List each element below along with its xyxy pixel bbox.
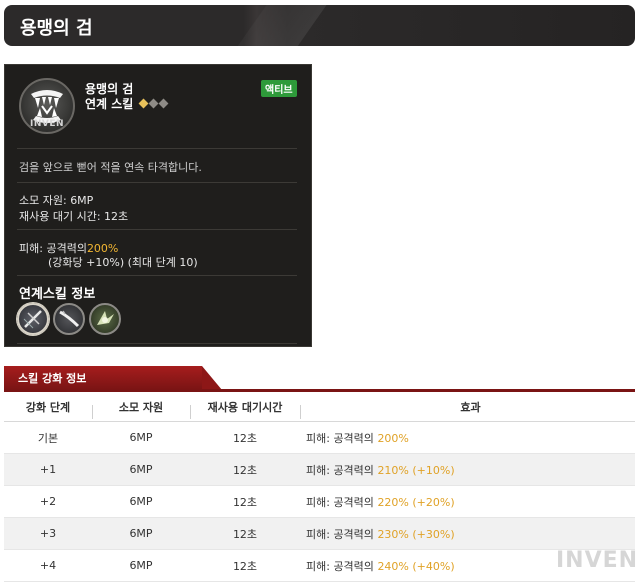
rank-diamond-empty-icon (148, 98, 159, 109)
linked-skill-1-icon[interactable] (17, 303, 49, 335)
damage-label: 피해: (19, 242, 43, 255)
row-cost: 6MP (129, 431, 153, 444)
cooldown-label: 재사용 대기 시간: (19, 210, 101, 223)
active-badge: 액티브 (261, 80, 297, 97)
row-cost: 6MP (129, 495, 153, 508)
effect-bonus: (+10%) (412, 463, 455, 477)
row-cooldown: 12초 (232, 559, 258, 573)
section-tab: 스킬 강화 정보 (4, 366, 222, 390)
row-level: +2 (39, 495, 57, 508)
row-cooldown: 12초 (232, 431, 258, 445)
row-effect: 피해: 공격력의 220% (+20%) (300, 494, 635, 510)
enhance-table: 강화 단계 소모 자원 재사용 대기시간 효과 기본 6MP 12초 피해: 공… (4, 392, 635, 582)
row-level: +4 (39, 559, 57, 572)
row-level: +1 (39, 463, 57, 476)
effect-value: 220% (377, 495, 409, 509)
cooldown-line: 재사용 대기 시간: 12초 (19, 208, 128, 224)
divider (17, 229, 297, 230)
effect-bonus: (+30%) (412, 527, 455, 541)
cost-label: 소모 자원: (19, 194, 67, 207)
effect-prefix: 피해: 공격력의 (306, 463, 374, 477)
table-row: 기본 6MP 12초 피해: 공격력의 200% (4, 422, 635, 454)
divider (17, 148, 297, 149)
table-header-row: 강화 단계 소모 자원 재사용 대기시간 효과 (4, 392, 635, 422)
table-row: +3 6MP 12초 피해: 공격력의 230% (+30%) (4, 518, 635, 550)
row-level: 기본 (37, 431, 59, 445)
header-cooldown: 재사용 대기시간 (190, 399, 300, 419)
row-cost: 6MP (129, 527, 153, 540)
header-cost: 소모 자원 (92, 399, 190, 419)
damage-note: (강화당 +10%) (최대 단계 10) (48, 256, 198, 269)
effect-value: 210% (377, 463, 409, 477)
page-title: 용맹의 검 (20, 18, 93, 39)
row-cooldown: 12초 (232, 527, 258, 541)
header-effect: 효과 (300, 399, 635, 419)
divider (17, 275, 297, 276)
rank-diamond-empty-icon (158, 98, 169, 109)
page-title-bar: 용맹의 검 (4, 5, 635, 46)
effect-prefix: 피해: 공격력의 (306, 527, 374, 541)
skill-tooltip: INVEN 용맹의 검 연계 스킬 액티브 검을 앞으로 뻗어 적을 연속 타격… (4, 64, 312, 347)
skill-type-label: 연계 스킬 (85, 97, 134, 111)
title-bar-decoration (224, 5, 334, 46)
row-cooldown: 12초 (232, 495, 258, 509)
effect-value: 240% (377, 559, 409, 573)
table-row: +1 6MP 12초 피해: 공격력의 210% (+10%) (4, 454, 635, 486)
burst-icon (97, 311, 114, 325)
cost-value: 6MP (70, 194, 94, 207)
cooldown-value: 12초 (104, 210, 129, 223)
row-cooldown: 12초 (232, 463, 258, 477)
sword-slash-icon (23, 310, 42, 329)
table-row: +4 6MP 12초 피해: 공격력의 240% (+40%) (4, 550, 635, 582)
rank-diamond-filled-icon (138, 98, 149, 109)
row-effect: 피해: 공격력의 210% (+10%) (300, 462, 635, 478)
effect-value: 200% (377, 431, 409, 445)
blade-icon (59, 310, 80, 328)
effect-prefix: 피해: 공격력의 (306, 495, 374, 509)
row-effect: 피해: 공격력의 230% (+30%) (300, 526, 635, 542)
skill-type: 연계 스킬 (85, 95, 169, 112)
row-level: +3 (39, 527, 57, 540)
divider (17, 343, 297, 344)
row-cost: 6MP (129, 463, 153, 476)
row-effect: 피해: 공격력의 200% (300, 430, 635, 446)
linked-skill-3-icon[interactable] (89, 303, 121, 335)
icon-watermark: INVEN (29, 119, 65, 129)
divider (17, 182, 297, 183)
linked-skill-2-icon[interactable] (53, 303, 85, 335)
cost-line: 소모 자원: 6MP (19, 192, 93, 208)
section-tab-label: 스킬 강화 정보 (18, 372, 87, 385)
skill-description: 검을 앞으로 뻗어 적을 연속 타격합니다. (19, 161, 202, 174)
effect-prefix: 피해: 공격력의 (306, 431, 374, 445)
effect-bonus: (+40%) (412, 559, 455, 573)
inven-watermark: INVEN (556, 548, 639, 573)
row-cost: 6MP (129, 559, 153, 572)
linked-skill-title: 연계스킬 정보 (19, 287, 96, 302)
table-row: +2 6MP 12초 피해: 공격력의 220% (+20%) (4, 486, 635, 518)
header-level: 강화 단계 (25, 400, 71, 414)
effect-prefix: 피해: 공격력의 (306, 559, 374, 573)
fang-skill-icon: INVEN (19, 78, 75, 134)
effect-bonus: (+20%) (412, 495, 455, 509)
effect-value: 230% (377, 527, 409, 541)
